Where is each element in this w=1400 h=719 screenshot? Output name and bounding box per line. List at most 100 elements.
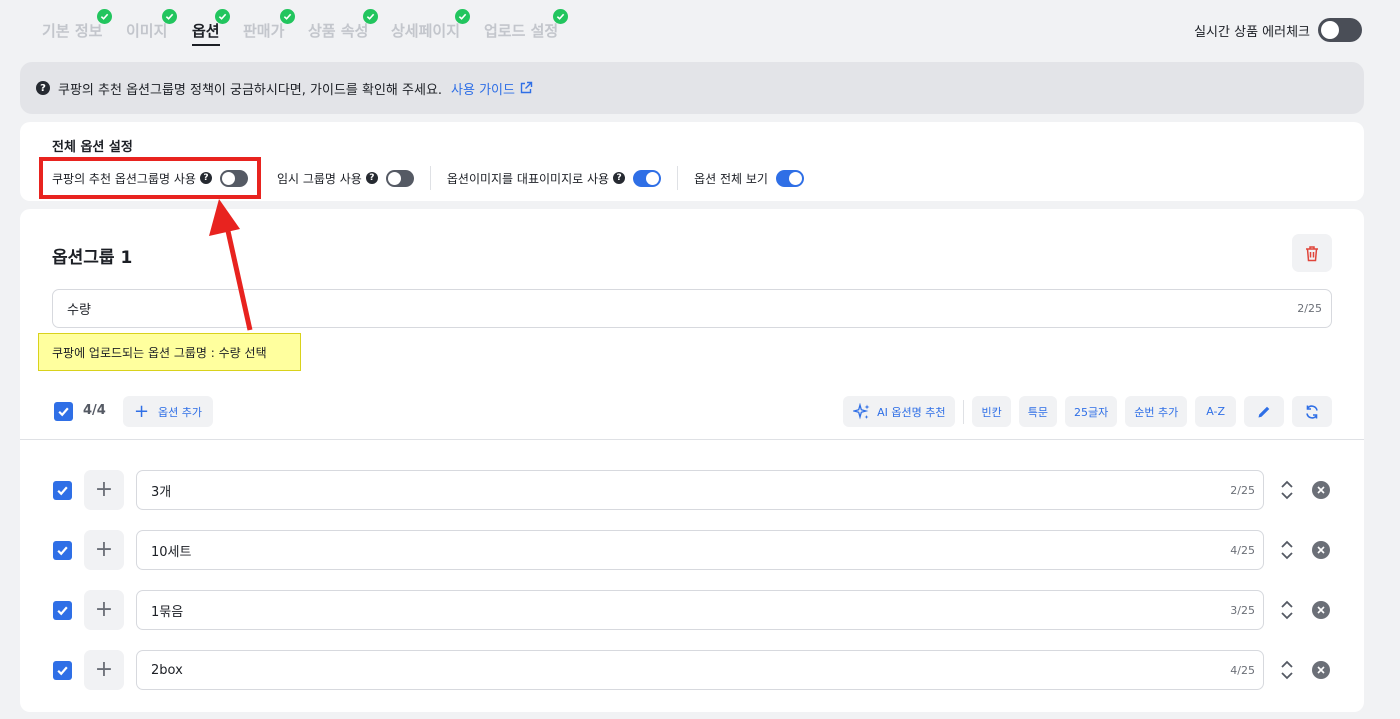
temp-group-name-toggle[interactable]	[385, 169, 414, 187]
realtime-check-toggle[interactable]	[1318, 18, 1362, 42]
refresh-icon	[1306, 404, 1318, 419]
reorder-icon[interactable]	[1280, 539, 1294, 561]
active-tab-underline	[192, 44, 220, 46]
help-icon: ?	[36, 81, 50, 95]
tab-label: 상품 속성	[308, 22, 369, 40]
option-checkbox[interactable]	[53, 601, 72, 620]
tab-option[interactable]: 옵션	[192, 9, 230, 46]
check-icon	[97, 9, 112, 24]
special-chars-button[interactable]: 특문	[1018, 396, 1057, 427]
divider	[677, 166, 679, 190]
option-value-field[interactable]: 4/25	[136, 650, 1264, 690]
tab-label: 판매가	[243, 22, 285, 40]
pencil-icon	[1258, 406, 1270, 417]
add-image-button[interactable]: +	[84, 530, 124, 570]
reorder-icon[interactable]	[1280, 659, 1294, 681]
plus-icon: +	[94, 657, 114, 682]
add-option-label: 옵션 추가	[158, 405, 203, 419]
help-icon[interactable]: ?	[613, 172, 626, 184]
sparkle-icon	[853, 402, 870, 419]
close-circle-icon[interactable]	[1312, 661, 1330, 679]
option-value-input[interactable]	[151, 482, 1231, 498]
option-label: 임시 그룹명 사용	[276, 171, 362, 186]
close-circle-icon[interactable]	[1312, 541, 1330, 559]
usage-guide-label: 사용 가이드	[451, 82, 515, 98]
help-icon[interactable]: ?	[365, 172, 378, 184]
tab-upload-settings[interactable]: 업로드 설정	[484, 9, 568, 41]
tab-label: 업로드 설정	[484, 22, 559, 40]
external-link-icon	[520, 81, 533, 94]
option-value-field[interactable]: 4/25	[136, 530, 1264, 570]
refresh-button[interactable]	[1292, 396, 1332, 427]
add-image-button[interactable]: +	[84, 650, 124, 690]
option-row: + 3/25	[52, 590, 1332, 630]
guide-banner: ? 쿠팡의 추천 옵션그룹명 정책이 궁금하시다면, 가이드를 확인해 주세요.…	[20, 62, 1364, 114]
ai-label: AI 옵션명 추천	[877, 405, 946, 419]
option-group-title: 옵션그룹 1	[52, 248, 133, 268]
plus-icon: +	[94, 537, 114, 562]
divider	[963, 399, 965, 424]
selected-count: 4/4	[83, 403, 106, 418]
option-image-as-main-toggle[interactable]	[633, 169, 662, 187]
option-checkbox[interactable]	[53, 541, 72, 560]
tab-image[interactable]: 이미지	[126, 9, 177, 41]
tab-label: 상세페이지	[391, 22, 461, 40]
option-image-as-main-option: 옵션이미지를 대표이미지로 사용 ?	[446, 169, 662, 187]
check-icon	[215, 9, 230, 24]
close-circle-icon[interactable]	[1312, 601, 1330, 619]
option-value-field[interactable]: 3/25	[136, 590, 1264, 630]
char-counter: 4/25	[1230, 543, 1255, 557]
trash-icon	[1306, 245, 1318, 261]
ai-option-name-button[interactable]: AI 옵션명 추천	[843, 396, 956, 427]
tab-attributes[interactable]: 상품 속성	[308, 9, 378, 41]
option-label: 옵션이미지를 대표이미지로 사용	[446, 171, 610, 186]
group-name-input[interactable]	[67, 301, 1298, 316]
check-icon	[553, 9, 568, 24]
select-all-checkbox[interactable]	[54, 402, 73, 421]
tab-label: 이미지	[126, 22, 168, 40]
option-value-input[interactable]	[151, 602, 1231, 618]
option-value-input[interactable]	[151, 662, 1231, 678]
realtime-check-label: 실시간 상품 에러체크	[1194, 24, 1310, 40]
option-value-field[interactable]: 2/25	[136, 470, 1264, 510]
delete-group-button[interactable]	[1292, 234, 1332, 272]
option-value-input[interactable]	[151, 542, 1231, 558]
add-option-button[interactable]: + 옵션 추가	[123, 396, 213, 427]
reorder-icon[interactable]	[1280, 599, 1294, 621]
close-circle-icon[interactable]	[1312, 481, 1330, 499]
add-sequence-button[interactable]: 순번 추가	[1125, 396, 1188, 427]
option-label: 옵션 전체 보기	[694, 171, 768, 186]
show-all-options-option: 옵션 전체 보기	[694, 169, 804, 187]
25-chars-button[interactable]: 25글자	[1064, 396, 1118, 427]
usage-guide-link[interactable]: 사용 가이드	[451, 79, 533, 98]
add-image-button[interactable]: +	[84, 470, 124, 510]
char-counter: 3/25	[1230, 603, 1255, 617]
show-all-options-toggle[interactable]	[775, 169, 804, 187]
divider	[429, 166, 431, 190]
annotation-note: 쿠팡에 업로드되는 옵션 그룹명 : 수량 선택	[38, 333, 301, 371]
check-icon	[162, 9, 177, 24]
blank-button[interactable]: 빈칸	[972, 396, 1011, 427]
option-row: + 2/25	[52, 470, 1332, 510]
add-image-button[interactable]: +	[84, 590, 124, 630]
check-icon	[280, 9, 295, 24]
check-icon	[455, 9, 470, 24]
option-checkbox[interactable]	[53, 661, 72, 680]
edit-button[interactable]	[1244, 396, 1284, 427]
option-toolbar: 4/4 + 옵션 추가 AI 옵션명 추천 빈칸 특문 25글자 순번 추가 A…	[52, 396, 1332, 427]
sort-az-button[interactable]: A-Z	[1195, 396, 1236, 427]
temp-group-name-option: 임시 그룹명 사용 ?	[276, 169, 414, 187]
check-icon	[57, 486, 68, 496]
option-row: + 4/25	[52, 530, 1332, 570]
tab-detail-page[interactable]: 상세페이지	[391, 9, 470, 41]
plus-icon: +	[94, 477, 114, 502]
reorder-icon[interactable]	[1280, 479, 1294, 501]
tab-price[interactable]: 판매가	[243, 9, 295, 41]
group-name-field[interactable]: 2/25	[52, 289, 1332, 328]
option-checkbox[interactable]	[53, 481, 72, 500]
option-group-card: 옵션그룹 1 2/25 4/4 + 옵션 추가 AI 옵션명 추천 빈칸 특문 …	[20, 209, 1364, 712]
section-divider	[20, 439, 1364, 440]
option-row: + 4/25	[52, 650, 1332, 690]
check-icon	[363, 9, 378, 24]
tab-basic-info[interactable]: 기본 정보	[42, 9, 112, 41]
